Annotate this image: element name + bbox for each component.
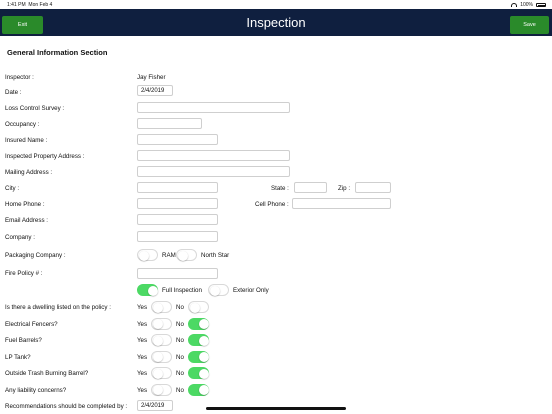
company-label: Company : (5, 234, 35, 241)
status-indicators: 100% (511, 2, 546, 8)
occupancy-label: Occupancy : (5, 121, 40, 128)
email-label: Email Address : (5, 217, 48, 224)
yes-label: Yes (137, 370, 148, 377)
packaging-company-label: Packaging Company : (5, 252, 66, 259)
occupancy-field[interactable] (137, 118, 202, 129)
no-label: No (176, 320, 184, 328)
yes-toggle[interactable] (151, 383, 172, 396)
inspector-value: Jay Fisher (137, 74, 166, 81)
no-toggle[interactable] (188, 367, 209, 379)
exterior-only-toggle[interactable] (208, 284, 229, 296)
question-label: Fuel Barrels? (5, 337, 42, 344)
battery-percent: 100% (520, 2, 533, 8)
home-indicator (206, 407, 346, 410)
no-toggle[interactable] (188, 301, 209, 313)
fire-policy-label: Fire Policy # : (5, 270, 43, 277)
no-toggle[interactable] (188, 317, 209, 330)
full-inspection-toggle[interactable] (137, 284, 158, 296)
date-field[interactable]: 2/4/2019 (137, 85, 173, 96)
insured-name-label: Insured Name : (5, 137, 48, 144)
status-bar: 1:41 PM Mon Feb 4 100% (0, 0, 552, 9)
inspector-label: Inspector : (5, 74, 34, 81)
zip-field[interactable] (355, 182, 391, 193)
state-label: State : (271, 185, 289, 192)
no-toggle[interactable] (188, 383, 209, 396)
fire-policy-field[interactable] (137, 268, 218, 279)
yes-label: Yes (137, 304, 148, 311)
company-field[interactable] (137, 231, 218, 242)
yes-toggle[interactable] (151, 350, 172, 363)
question-label: Outside Trash Burning Barrel? (5, 370, 89, 377)
question-label: Electrical Fencers? (5, 320, 58, 328)
no-toggle[interactable] (188, 350, 209, 363)
state-field[interactable] (294, 182, 327, 193)
yes-label: Yes (137, 337, 148, 344)
inspected-address-label: Inspected Property Address : (5, 153, 85, 160)
north-star-label: North Star (201, 252, 230, 259)
date-label: Date : (5, 89, 22, 96)
navigation-bar: Exit Inspection Save (0, 9, 552, 36)
full-inspection-label: Full Inspection (162, 287, 202, 294)
mailing-address-label: Mailing Address : (5, 169, 53, 176)
yes-toggle[interactable] (151, 334, 172, 346)
save-button[interactable]: Save (510, 16, 549, 34)
no-toggle[interactable] (188, 334, 209, 346)
city-field[interactable] (137, 182, 218, 193)
email-field[interactable] (137, 214, 218, 225)
loss-control-field[interactable] (137, 102, 290, 113)
home-phone-label: Home Phone : (5, 201, 45, 208)
yes-toggle[interactable] (151, 367, 172, 379)
question-label: Any liability concerns? (5, 386, 67, 394)
no-label: No (176, 337, 184, 344)
yes-label: Yes (137, 353, 148, 361)
exterior-only-label: Exterior Only (233, 287, 269, 294)
no-label: No (176, 353, 184, 361)
status-time: 1:41 PM Mon Feb 4 (7, 2, 53, 8)
insured-name-field[interactable] (137, 134, 218, 145)
no-label: No (176, 386, 184, 394)
recommendations-label: Recommendations should be completed by : (5, 403, 128, 410)
yes-label: Yes (137, 320, 148, 328)
cell-phone-field[interactable] (292, 198, 391, 209)
recommendations-date-field[interactable]: 2/4/2019 (137, 400, 173, 411)
city-label: City : (5, 185, 20, 192)
yes-toggle[interactable] (151, 317, 172, 330)
north-star-toggle[interactable] (176, 249, 197, 261)
ram-toggle[interactable] (137, 249, 158, 261)
no-label: No (176, 370, 184, 377)
mailing-address-field[interactable] (137, 166, 290, 177)
cell-phone-label: Cell Phone : (255, 201, 289, 208)
page-title: Inspection (246, 15, 306, 30)
question-label: Is there a dwelling listed on the policy… (5, 304, 111, 311)
inspected-address-field[interactable] (137, 150, 290, 161)
wifi-icon (511, 3, 518, 7)
section-title: General Information Section (7, 48, 108, 57)
yes-label: Yes (137, 386, 148, 394)
ram-label: RAM (162, 252, 176, 259)
question-label: LP Tank? (5, 353, 31, 361)
no-label: No (176, 304, 184, 311)
loss-control-label: Loss Control Survey : (5, 105, 65, 112)
yes-toggle[interactable] (151, 301, 172, 313)
battery-icon (536, 3, 546, 7)
zip-label: Zip : (338, 185, 351, 192)
home-phone-field[interactable] (137, 198, 218, 209)
